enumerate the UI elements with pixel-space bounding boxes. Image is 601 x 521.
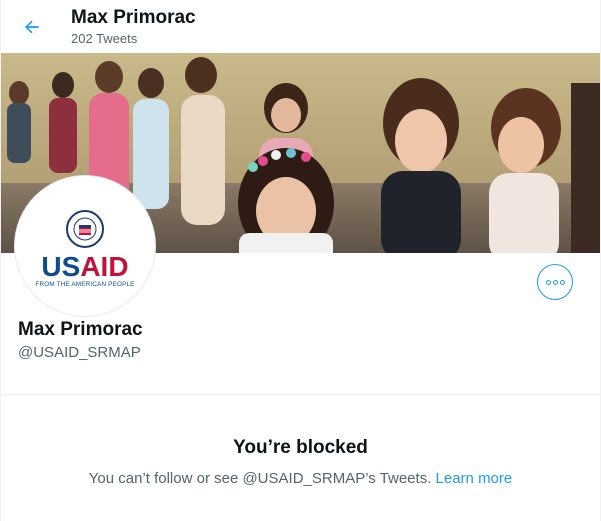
usaid-wordmark: USAID xyxy=(41,251,129,282)
top-header: Max Primorac 202 Tweets xyxy=(1,0,600,53)
more-options-button[interactable] xyxy=(537,264,573,300)
divider xyxy=(1,394,600,395)
blocked-message-text: You can’t follow or see @USAID_SRMAP’s T… xyxy=(88,470,432,487)
blocked-message: You can’t follow or see @USAID_SRMAP’s T… xyxy=(1,469,600,489)
profile-handle: @USAID_SRMAP xyxy=(18,344,141,361)
usaid-tagline: FROM THE AMERICAN PEOPLE xyxy=(35,281,135,288)
usaid-logo: USAID FROM THE AMERICAN PEOPLE xyxy=(35,210,134,288)
profile-name: Max Primorac xyxy=(18,319,143,340)
more-horizontal-icon xyxy=(545,279,551,285)
tweet-count: 202 Tweets xyxy=(71,31,138,46)
header-title: Max Primorac xyxy=(71,7,196,28)
arrow-left-icon xyxy=(25,20,39,34)
header-text: Max Primorac 202 Tweets xyxy=(71,6,196,48)
blocked-title: You’re blocked xyxy=(233,437,368,458)
profile-avatar[interactable]: USAID FROM THE AMERICAN PEOPLE xyxy=(15,176,155,316)
back-button[interactable] xyxy=(15,10,49,44)
learn-more-link[interactable]: Learn more xyxy=(436,470,513,487)
profile-page: Max Primorac 202 Tweets USAID FROM THE A… xyxy=(0,0,601,521)
usaid-seal-icon xyxy=(66,210,104,248)
